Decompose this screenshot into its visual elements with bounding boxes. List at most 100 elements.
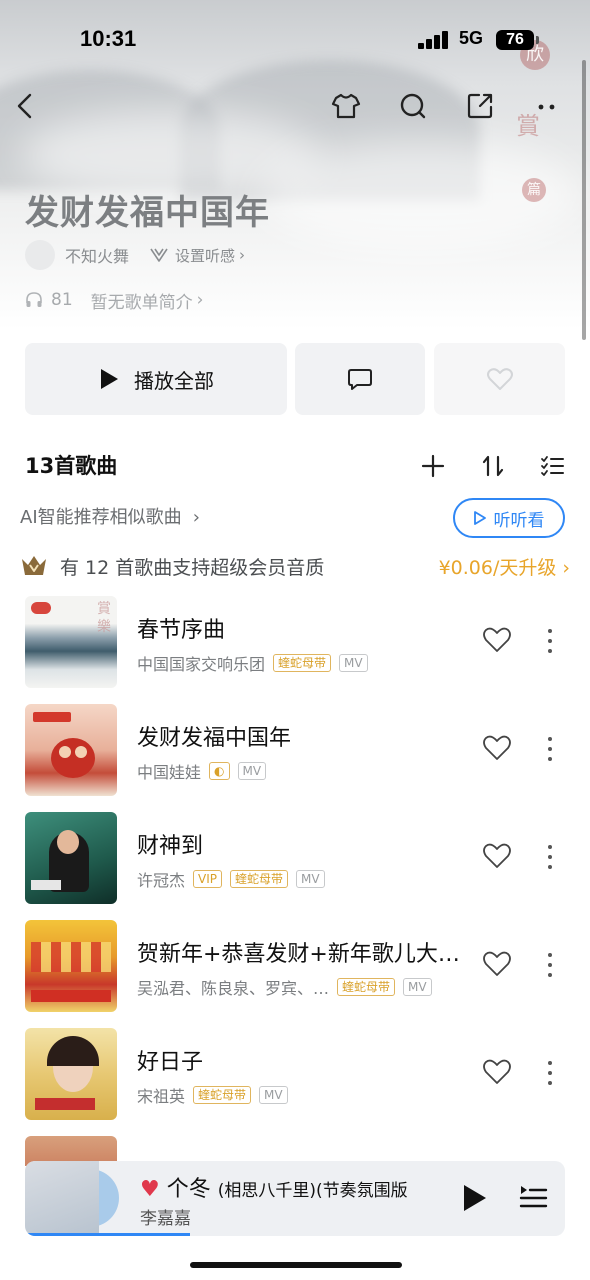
more-vertical-icon[interactable]: [540, 842, 560, 872]
upgrade-price: ¥0.06/天升级: [438, 556, 557, 579]
song-title: 财神到: [137, 834, 204, 859]
song-artist[interactable]: 中国国家交响乐团: [137, 651, 265, 675]
master-tape-badge: 蝰蛇母带: [337, 978, 396, 996]
comment-button[interactable]: [295, 343, 425, 415]
album-cover: 賞樂: [25, 596, 117, 688]
song-row[interactable]: 财神到 许冠杰 VIP 蝰蛇母带 MV: [0, 812, 590, 912]
upgrade-link[interactable]: ¥0.06/天升级 ›: [439, 553, 570, 580]
vip-quality-text: 有 12 首歌曲支持超级会员音质: [60, 556, 325, 579]
play-all-label: 播放全部: [134, 368, 214, 393]
song-list-header: 13首歌曲: [25, 448, 565, 484]
song-title: 春节序曲: [137, 618, 226, 643]
album-cover: [25, 704, 117, 796]
ai-recommend-row: AI智能推荐相似歌曲 › 听听看: [20, 498, 565, 538]
playback-progress: [25, 1233, 190, 1236]
chevron-right-icon: ›: [239, 246, 246, 264]
play-icon: [473, 511, 486, 525]
now-playing-title: 个冬: [166, 1177, 211, 1202]
album-cover: [25, 812, 117, 904]
now-playing-cover: [25, 1161, 99, 1235]
mv-badge[interactable]: MV: [403, 978, 432, 996]
album-cover: [25, 920, 117, 1012]
battery-tip: [536, 36, 539, 44]
song-meta: 中国国家交响乐团 蝰蛇母带 MV: [137, 652, 376, 674]
song-row[interactable]: 贺新年+恭喜发财+新年歌儿大… 吴泓君、陈良泉、罗宾、… 蝰蛇母带 MV: [0, 920, 590, 1020]
mv-badge[interactable]: MV: [339, 654, 368, 672]
playlist-title: 发财发福中国年: [25, 193, 270, 233]
battery-icon: 76: [496, 30, 534, 50]
more-vertical-icon[interactable]: [540, 626, 560, 656]
song-meta: 许冠杰 VIP 蝰蛇母带 MV: [137, 868, 333, 890]
play-icon: [101, 369, 118, 389]
set-feel-link[interactable]: 设置听感: [175, 245, 235, 266]
ai-recommend-link[interactable]: AI智能推荐相似歌曲: [20, 507, 182, 528]
status-bar: 10:31 5G 76: [0, 24, 590, 56]
playlist-meta-row: 81 暂无歌单简介 ›: [25, 287, 203, 313]
song-artist[interactable]: 许冠杰: [137, 867, 185, 891]
network-type: 5G: [459, 28, 484, 48]
favorite-button[interactable]: [434, 343, 565, 415]
master-tape-badge: 蝰蛇母带: [273, 654, 332, 672]
home-indicator[interactable]: [190, 1262, 402, 1268]
sort-icon[interactable]: [480, 453, 506, 479]
search-icon[interactable]: [397, 90, 429, 122]
chevron-right-icon: ›: [196, 290, 204, 310]
song-meta: 吴泓君、陈良泉、罗宾、… 蝰蛇母带 MV: [137, 976, 440, 998]
song-artist[interactable]: 吴泓君、陈良泉、罗宾、…: [137, 975, 329, 999]
playlist-queue-icon[interactable]: [518, 1183, 548, 1213]
play-all-button[interactable]: 播放全部: [25, 343, 287, 415]
more-vertical-icon[interactable]: [540, 1058, 560, 1088]
mv-badge[interactable]: MV: [296, 870, 325, 888]
song-artist[interactable]: 宋祖英: [137, 1083, 185, 1107]
heart-icon[interactable]: [482, 842, 512, 870]
more-options-icon[interactable]: [532, 90, 564, 122]
play-icon[interactable]: [456, 1181, 490, 1215]
tag-text: 蝰蛇母带: [278, 656, 327, 670]
heart-icon[interactable]: [482, 626, 512, 654]
song-row[interactable]: 好日子 宋祖英 蝰蛇母带 MV: [0, 1028, 590, 1128]
creator-name[interactable]: 不知火舞: [65, 243, 129, 267]
album-cover: [25, 1028, 117, 1120]
status-time: 10:31: [80, 26, 137, 51]
share-icon[interactable]: [464, 90, 496, 122]
dolby-badge: ◐: [209, 762, 230, 780]
master-tape-badge: 蝰蛇母带: [230, 870, 289, 888]
more-vertical-icon[interactable]: [540, 950, 560, 980]
now-playing-title-row: ♥ 个冬 (相思八千里)(节奏氛围版: [140, 1171, 418, 1203]
heart-filled-icon[interactable]: ♥: [140, 1177, 160, 1202]
add-icon[interactable]: [420, 453, 446, 479]
creator-row: 不知火舞 设置听感 ›: [25, 240, 245, 270]
more-vertical-icon[interactable]: [540, 734, 560, 764]
listen-button-label: 听听看: [493, 510, 545, 531]
song-title: 贺新年+恭喜发财+新年歌儿大…: [137, 942, 460, 967]
headphones-icon: [26, 292, 42, 307]
mv-badge[interactable]: MV: [237, 762, 267, 780]
song-row[interactable]: 发财发福中国年 中国娃娃 ◐ MV: [0, 704, 590, 804]
song-title: 发财发福中国年: [137, 726, 292, 751]
heart-icon[interactable]: [482, 950, 512, 978]
shirt-icon[interactable]: [330, 90, 362, 122]
vip-quality-banner: 有 12 首歌曲支持超级会员音质 ¥0.06/天升级 ›: [20, 548, 570, 584]
playlist-description[interactable]: 暂无歌单简介: [91, 288, 193, 313]
top-nav: [0, 86, 590, 126]
song-row[interactable]: 賞樂 春节序曲 中国国家交响乐团 蝰蛇母带 MV: [0, 596, 590, 696]
sound-effect-icon: [150, 248, 168, 262]
song-title: 好日子: [137, 1050, 204, 1075]
back-icon[interactable]: [10, 90, 42, 122]
master-tape-badge: 蝰蛇母带: [193, 1086, 252, 1104]
comment-icon: [348, 369, 372, 390]
signal-icon: [418, 31, 450, 49]
now-playing-artist: 李嘉嘉: [140, 1209, 191, 1229]
chevron-right-icon: ›: [192, 507, 200, 528]
song-count: 13首歌曲: [25, 454, 118, 478]
heart-icon[interactable]: [482, 1058, 512, 1086]
mini-player[interactable]: ♥ 个冬 (相思八千里)(节奏氛围版 李嘉嘉: [25, 1161, 565, 1236]
song-artist[interactable]: 中国娃娃: [137, 759, 201, 783]
mv-badge[interactable]: MV: [259, 1086, 288, 1104]
listen-button[interactable]: 听听看: [453, 498, 565, 538]
crown-icon: [22, 556, 46, 575]
creator-avatar[interactable]: [25, 240, 55, 270]
multi-select-icon[interactable]: [539, 453, 565, 479]
vip-badge: VIP: [193, 870, 222, 888]
heart-icon[interactable]: [482, 734, 512, 762]
